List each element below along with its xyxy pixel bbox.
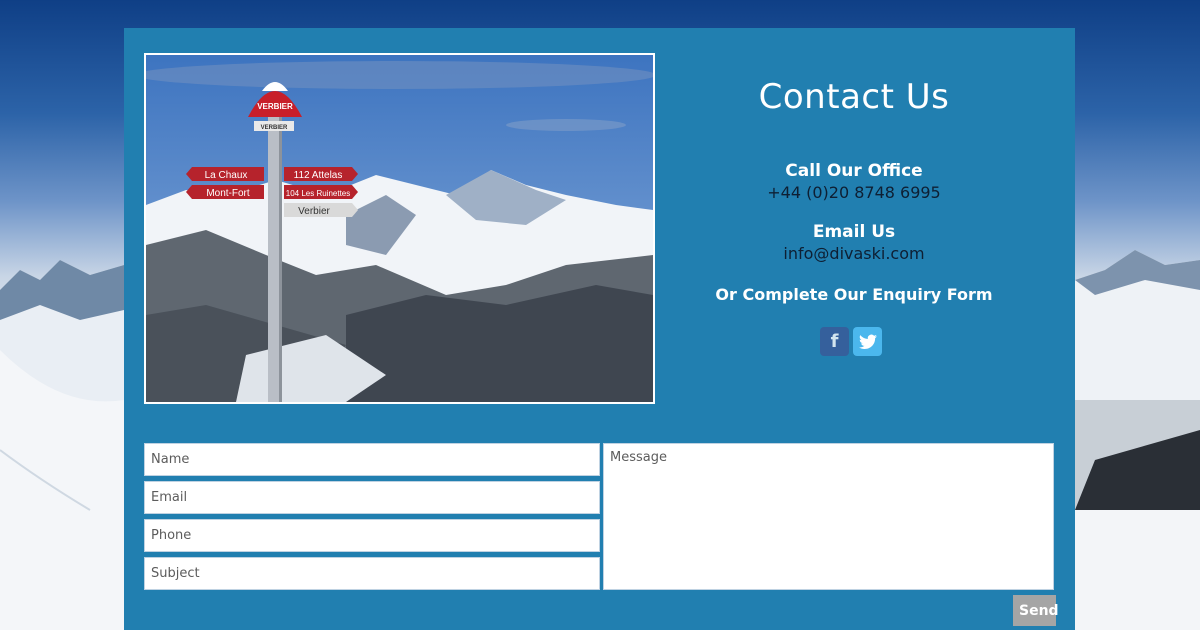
office-label: Call Our Office [785, 161, 923, 181]
phone-field[interactable] [144, 519, 600, 552]
photo-sign-attelas: 112 Attelas [294, 170, 343, 181]
name-field[interactable] [144, 443, 600, 476]
contact-info: Contact Us Call Our Office +44 (0)20 874… [689, 73, 1019, 320]
facebook-glyph: f [830, 331, 839, 352]
email-block: Email Us info@divaski.com [689, 222, 1019, 263]
office-phone[interactable]: +44 (0)20 8748 6995 [689, 183, 1019, 202]
photo-sign-verbier: Verbier [298, 206, 330, 217]
page-title: Contact Us [758, 77, 950, 117]
photo-sign-small: VERBIER [261, 125, 288, 131]
subject-field[interactable] [144, 557, 600, 590]
email-field[interactable] [144, 481, 600, 514]
twitter-icon[interactable] [853, 327, 882, 356]
photo-sign-ruinettes: 104 Les Ruinettes [286, 189, 351, 198]
contact-panel: VERBIER VERBIER La Chaux Mont-Fort 112 A… [124, 28, 1075, 630]
photo-sign-top: VERBIER [257, 102, 293, 111]
background-mountain-left [0, 260, 124, 630]
send-button[interactable]: Send [1013, 595, 1059, 626]
social-links: f [820, 327, 882, 356]
email-label: Email Us [812, 222, 896, 242]
email-link[interactable]: info@divaski.com [689, 244, 1019, 263]
enquiry-text: Or Complete Our Enquiry Form [715, 285, 993, 304]
office-block: Call Our Office +44 (0)20 8748 6995 [689, 161, 1019, 202]
twitter-bird-icon [858, 334, 877, 349]
photo-sign-la-chaux: La Chaux [205, 170, 248, 181]
photo-sign-mont-fort: Mont-Fort [206, 188, 250, 199]
verbier-signpost-photo: VERBIER VERBIER La Chaux Mont-Fort 112 A… [144, 53, 655, 404]
message-field[interactable] [603, 443, 1054, 590]
background-mountain-right [1075, 250, 1200, 630]
facebook-icon[interactable]: f [820, 327, 849, 356]
